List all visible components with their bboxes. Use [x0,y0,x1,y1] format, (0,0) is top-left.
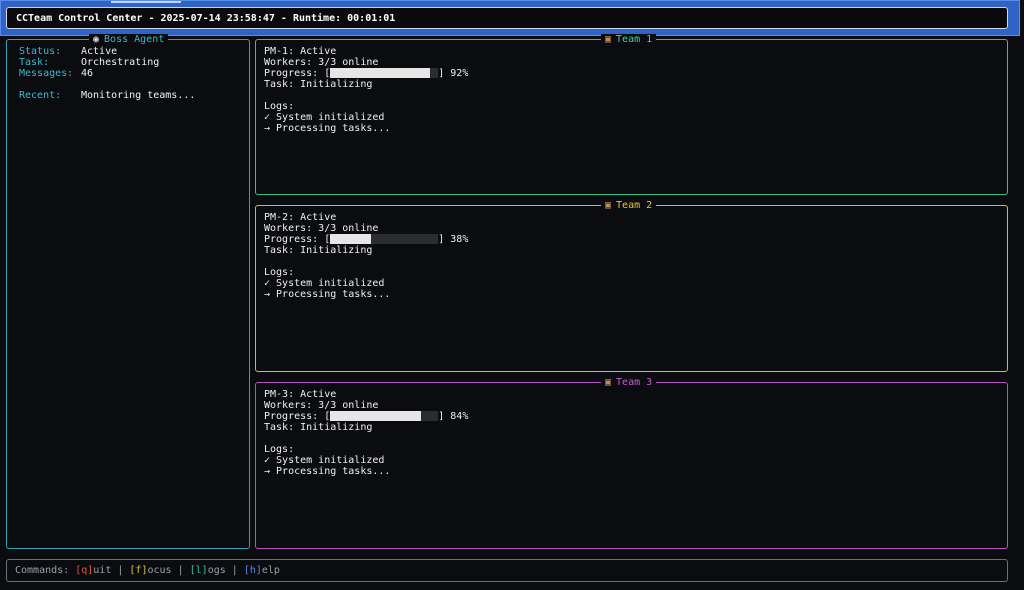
log-line: → Processing tasks... [264,289,391,300]
focus-command[interactable]: [f]ocus [129,565,171,576]
team-3-title-text: Team 3 [616,377,653,388]
progress-bar [330,234,439,244]
progress-bar [330,68,439,78]
terminal-window: CCTeam Control Center - 2025-07-14 23:58… [0,0,1024,590]
quit-label: uit [93,565,112,576]
separator: | [111,565,130,576]
log-line: → Processing tasks... [264,123,391,134]
progress-bar-fill [330,68,430,78]
team-3-title: ▣ Team 3 [601,377,657,388]
logs-label: ogs [207,565,226,576]
logs-label: Logs: [264,444,295,455]
log-line: ✓ System initialized [264,455,385,466]
messages-label: Messages: [19,68,74,79]
active-tab-indicator[interactable] [111,1,181,3]
quit-key: [q] [75,565,94,576]
quit-command[interactable]: [q]uit [75,565,111,576]
task-status: Task: Initializing [264,245,373,256]
command-bar: Commands: [q]uit | [f]ocus | [l]ogs | [h… [6,559,1008,582]
robot-icon: ◉ [93,34,100,45]
boss-title-text: Boss Agent [104,34,165,45]
task-value: Orchestrating [81,57,160,68]
title-bar: CCTeam Control Center - 2025-07-14 23:58… [0,0,1020,36]
team-1-panel[interactable]: ▣ Team 1 PM-1: Active Workers: 3/3 online… [255,34,1008,195]
team-2-panel[interactable]: ▣ Team 2 PM-2: Active Workers: 3/3 online… [255,200,1008,372]
progress-percent: ] 38% [438,234,469,245]
progress-bar-fill [330,411,421,421]
title-box: CCTeam Control Center - 2025-07-14 23:58… [6,7,1008,29]
progress-percent: ] 84% [438,411,469,422]
task-status: Task: Initializing [264,422,373,433]
progress-row: Progress: [ ] 92% [264,68,468,79]
logs-label: Logs: [264,267,295,278]
boss-panel-title: ◉ Boss Agent [89,34,169,45]
boss-agent-panel[interactable]: ◉ Boss Agent Status: Active Task: Orchest… [6,34,250,549]
command-line: Commands: [q]uit | [f]ocus | [l]ogs | [h… [15,565,280,576]
team-1-title-text: Team 1 [616,34,653,45]
team-1-title: ▣ Team 1 [601,34,657,45]
boss-status-row: Status: [19,46,61,57]
status-label: Status: [19,46,62,57]
boss-recent-row: Recent: [19,90,61,101]
help-command[interactable]: [h]elp [244,565,280,576]
focus-key: [f] [129,565,148,576]
workers-status: Workers: 3/3 online [264,57,379,68]
log-line: ✓ System initialized [264,112,385,123]
task-status: Task: Initializing [264,79,373,90]
recent-label: Recent: [19,90,62,101]
progress-percent: ] 92% [438,68,469,79]
window-title: CCTeam Control Center - 2025-07-14 23:58… [16,13,396,24]
progress-row: Progress: [ ] 84% [264,411,468,422]
status-value: Active [81,46,118,57]
boss-messages-row: Messages: [19,68,73,79]
progress-row: Progress: [ ] 38% [264,234,468,245]
progress-bar-fill [330,234,372,244]
team-2-title-text: Team 2 [616,200,653,211]
progress-label: Progress: [ [264,234,331,245]
workers-status: Workers: 3/3 online [264,223,379,234]
separator: | [225,565,244,576]
progress-label: Progress: [ [264,68,331,79]
logs-key: [l] [189,565,208,576]
log-line: → Processing tasks... [264,466,391,477]
separator: | [171,565,190,576]
messages-value: 46 [81,68,94,79]
log-line: ✓ System initialized [264,278,385,289]
briefcase-icon: ▣ [605,34,612,45]
logs-command[interactable]: [l]ogs [190,565,226,576]
commands-label: Commands: [15,565,76,576]
pm-status: PM-2: Active [264,212,337,223]
logs-label: Logs: [264,101,295,112]
pm-status: PM-1: Active [264,46,337,57]
progress-bar [330,411,439,421]
pm-status: PM-3: Active [264,389,337,400]
recent-value: Monitoring teams... [81,90,196,101]
task-label: Task: [19,57,50,68]
team-2-title: ▣ Team 2 [601,200,657,211]
briefcase-icon: ▣ [605,200,612,211]
boss-task-row: Task: [19,57,49,68]
briefcase-icon: ▣ [605,377,612,388]
workers-status: Workers: 3/3 online [264,400,379,411]
team-3-panel[interactable]: ▣ Team 3 PM-3: Active Workers: 3/3 online… [255,377,1008,549]
progress-label: Progress: [ [264,411,331,422]
help-label: elp [261,565,280,576]
focus-label: ocus [147,565,172,576]
help-key: [h] [243,565,262,576]
